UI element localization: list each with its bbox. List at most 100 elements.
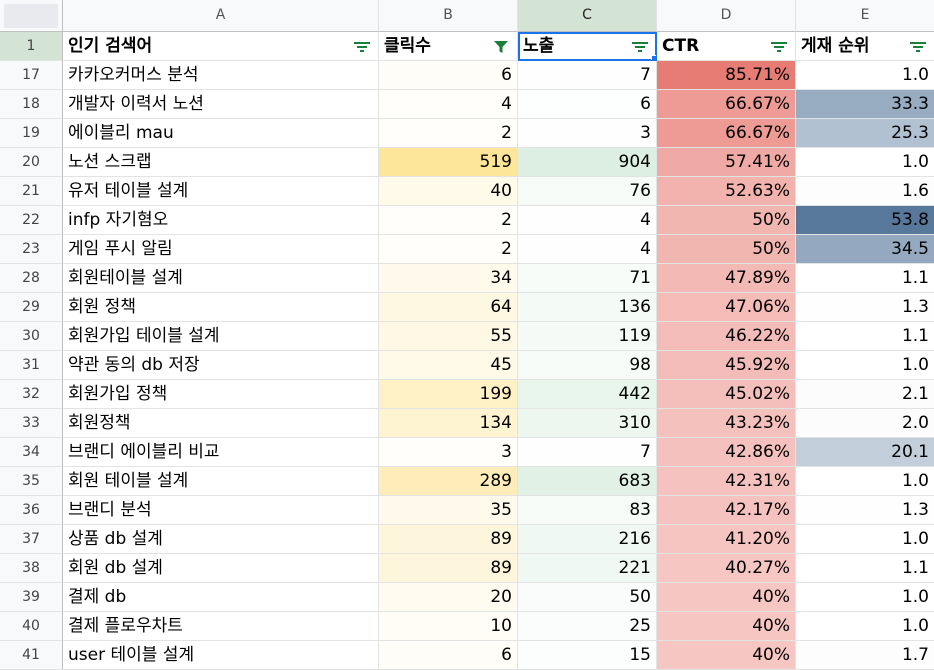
column-header-a[interactable]: A — [63, 0, 379, 32]
ctr-cell[interactable]: 45.92% — [657, 351, 796, 380]
ctr-cell[interactable]: 47.89% — [657, 264, 796, 293]
search-term-cell[interactable]: 카카오커머스 분석 — [63, 61, 379, 90]
ctr-cell[interactable]: 66.67% — [657, 119, 796, 148]
row-index[interactable]: 1 — [0, 32, 63, 61]
position-cell[interactable]: 33.3 — [796, 90, 934, 119]
impressions-cell[interactable]: 904 — [518, 148, 657, 177]
search-term-cell[interactable]: 회원가입 정책 — [63, 380, 379, 409]
ctr-cell[interactable]: 85.71% — [657, 61, 796, 90]
clicks-cell[interactable]: 64 — [379, 293, 518, 322]
ctr-cell[interactable]: 42.86% — [657, 438, 796, 467]
ctr-cell[interactable]: 57.41% — [657, 148, 796, 177]
clicks-cell[interactable]: 10 — [379, 612, 518, 641]
position-cell[interactable]: 1.3 — [796, 293, 934, 322]
search-term-cell[interactable]: 상품 db 설계 — [63, 525, 379, 554]
impressions-cell[interactable]: 71 — [518, 264, 657, 293]
filter-lines-icon[interactable] — [354, 41, 370, 53]
clicks-cell[interactable]: 134 — [379, 409, 518, 438]
position-cell[interactable]: 1.1 — [796, 264, 934, 293]
row-index[interactable]: 23 — [0, 235, 63, 264]
impressions-cell[interactable]: 83 — [518, 496, 657, 525]
header-popular-search-term[interactable]: 인기 검색어 — [63, 32, 379, 61]
impressions-cell[interactable]: 442 — [518, 380, 657, 409]
position-cell[interactable]: 1.0 — [796, 583, 934, 612]
search-term-cell[interactable]: infp 자기혐오 — [63, 206, 379, 235]
ctr-cell[interactable]: 41.20% — [657, 525, 796, 554]
row-index[interactable]: 40 — [0, 612, 63, 641]
header-position[interactable]: 게재 순위 — [796, 32, 934, 61]
search-term-cell[interactable]: user 테이블 설계 — [63, 641, 379, 670]
row-index[interactable]: 19 — [0, 119, 63, 148]
row-index[interactable]: 18 — [0, 90, 63, 119]
position-cell[interactable]: 1.0 — [796, 61, 934, 90]
clicks-cell[interactable]: 2 — [379, 235, 518, 264]
clicks-cell[interactable]: 89 — [379, 525, 518, 554]
row-index[interactable]: 38 — [0, 554, 63, 583]
clicks-cell[interactable]: 2 — [379, 206, 518, 235]
position-cell[interactable]: 2.1 — [796, 380, 934, 409]
position-cell[interactable]: 53.8 — [796, 206, 934, 235]
ctr-cell[interactable]: 50% — [657, 206, 796, 235]
search-term-cell[interactable]: 회원테이블 설계 — [63, 264, 379, 293]
position-cell[interactable]: 1.6 — [796, 177, 934, 206]
clicks-cell[interactable]: 6 — [379, 641, 518, 670]
impressions-cell[interactable]: 15 — [518, 641, 657, 670]
filter-lines-icon[interactable] — [632, 41, 648, 53]
search-term-cell[interactable]: 게임 푸시 알림 — [63, 235, 379, 264]
search-term-cell[interactable]: 브랜디 분석 — [63, 496, 379, 525]
search-term-cell[interactable]: 유저 테이블 설계 — [63, 177, 379, 206]
row-index[interactable]: 17 — [0, 61, 63, 90]
row-index[interactable]: 22 — [0, 206, 63, 235]
ctr-cell[interactable]: 52.63% — [657, 177, 796, 206]
ctr-cell[interactable]: 66.67% — [657, 90, 796, 119]
impressions-cell[interactable]: 4 — [518, 206, 657, 235]
column-header-d[interactable]: D — [657, 0, 796, 32]
ctr-cell[interactable]: 46.22% — [657, 322, 796, 351]
row-index[interactable]: 29 — [0, 293, 63, 322]
position-cell[interactable]: 1.0 — [796, 467, 934, 496]
search-term-cell[interactable]: 노션 스크랩 — [63, 148, 379, 177]
row-index[interactable]: 33 — [0, 409, 63, 438]
impressions-cell[interactable]: 3 — [518, 119, 657, 148]
select-all-corner[interactable] — [0, 0, 63, 32]
clicks-cell[interactable]: 45 — [379, 351, 518, 380]
filter-lines-icon[interactable] — [910, 41, 926, 53]
impressions-cell[interactable]: 7 — [518, 438, 657, 467]
clicks-cell[interactable]: 34 — [379, 264, 518, 293]
row-index[interactable]: 28 — [0, 264, 63, 293]
clicks-cell[interactable]: 89 — [379, 554, 518, 583]
ctr-cell[interactable]: 45.02% — [657, 380, 796, 409]
impressions-cell[interactable]: 221 — [518, 554, 657, 583]
position-cell[interactable]: 1.7 — [796, 641, 934, 670]
clicks-cell[interactable]: 35 — [379, 496, 518, 525]
header-impressions[interactable]: 노출 — [518, 32, 657, 61]
row-index[interactable]: 32 — [0, 380, 63, 409]
ctr-cell[interactable]: 50% — [657, 235, 796, 264]
impressions-cell[interactable]: 119 — [518, 322, 657, 351]
impressions-cell[interactable]: 76 — [518, 177, 657, 206]
search-term-cell[interactable]: 개발자 이력서 노션 — [63, 90, 379, 119]
position-cell[interactable]: 1.0 — [796, 351, 934, 380]
clicks-cell[interactable]: 40 — [379, 177, 518, 206]
row-index[interactable]: 39 — [0, 583, 63, 612]
search-term-cell[interactable]: 회원정책 — [63, 409, 379, 438]
clicks-cell[interactable]: 3 — [379, 438, 518, 467]
column-header-b[interactable]: B — [379, 0, 518, 32]
row-index[interactable]: 31 — [0, 351, 63, 380]
position-cell[interactable]: 34.5 — [796, 235, 934, 264]
position-cell[interactable]: 1.0 — [796, 148, 934, 177]
ctr-cell[interactable]: 42.17% — [657, 496, 796, 525]
row-index[interactable]: 41 — [0, 641, 63, 670]
position-cell[interactable]: 1.3 — [796, 496, 934, 525]
row-index[interactable]: 35 — [0, 467, 63, 496]
ctr-cell[interactable]: 42.31% — [657, 467, 796, 496]
position-cell[interactable]: 1.1 — [796, 322, 934, 351]
ctr-cell[interactable]: 47.06% — [657, 293, 796, 322]
search-term-cell[interactable]: 브랜디 에이블리 비교 — [63, 438, 379, 467]
clicks-cell[interactable]: 519 — [379, 148, 518, 177]
search-term-cell[interactable]: 결제 db — [63, 583, 379, 612]
position-cell[interactable]: 1.0 — [796, 525, 934, 554]
impressions-cell[interactable]: 136 — [518, 293, 657, 322]
clicks-cell[interactable]: 2 — [379, 119, 518, 148]
position-cell[interactable]: 1.0 — [796, 612, 934, 641]
